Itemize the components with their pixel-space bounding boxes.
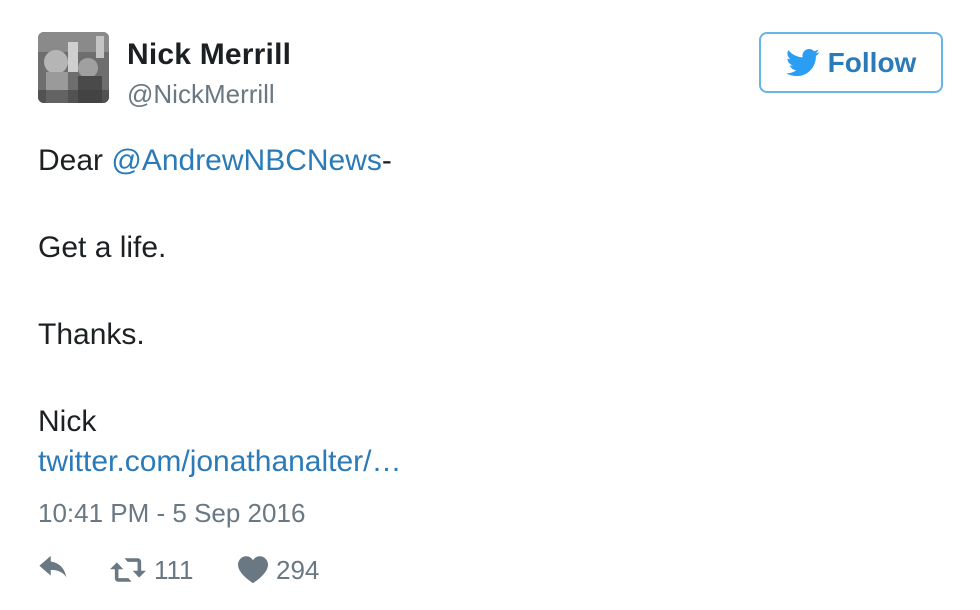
heart-icon xyxy=(238,556,268,584)
follow-button[interactable]: Follow xyxy=(759,32,943,93)
tweet-text: Dear @AndrewNBCNews- Get a life. Thanks.… xyxy=(38,141,938,482)
greeting-text: Dear xyxy=(38,144,112,177)
tweet-line-4: Nick xyxy=(38,405,97,438)
reply-button[interactable] xyxy=(38,553,72,587)
retweet-count: 111 xyxy=(154,554,194,585)
tweet-timestamp[interactable]: 10:41 PM - 5 Sep 2016 xyxy=(38,498,305,528)
tweet-card: Nick Merrill @NickMerrill Follow Dear @A… xyxy=(0,0,980,610)
greeting-suffix: - xyxy=(381,144,392,177)
twitter-bird-icon xyxy=(785,48,820,76)
quoted-tweet-link[interactable]: twitter.com/jonathanalter/… xyxy=(38,442,938,482)
mention-link[interactable]: @AndrewNBCNews xyxy=(111,144,382,177)
retweet-icon xyxy=(110,558,146,582)
reply-icon xyxy=(39,555,67,578)
avatar[interactable] xyxy=(38,32,109,103)
like-button[interactable]: 294 xyxy=(238,553,319,587)
retweet-button[interactable]: 111 xyxy=(110,553,194,587)
display-name[interactable]: Nick Merrill xyxy=(127,37,291,73)
tweet-line-3: Thanks. xyxy=(38,318,145,351)
user-handle[interactable]: @NickMerrill xyxy=(127,79,275,109)
like-count: 294 xyxy=(276,554,320,585)
follow-label: Follow xyxy=(827,46,917,78)
tweet-line-greeting: Dear @AndrewNBCNews- xyxy=(38,141,938,181)
tweet-line-2: Get a life. xyxy=(38,231,167,264)
